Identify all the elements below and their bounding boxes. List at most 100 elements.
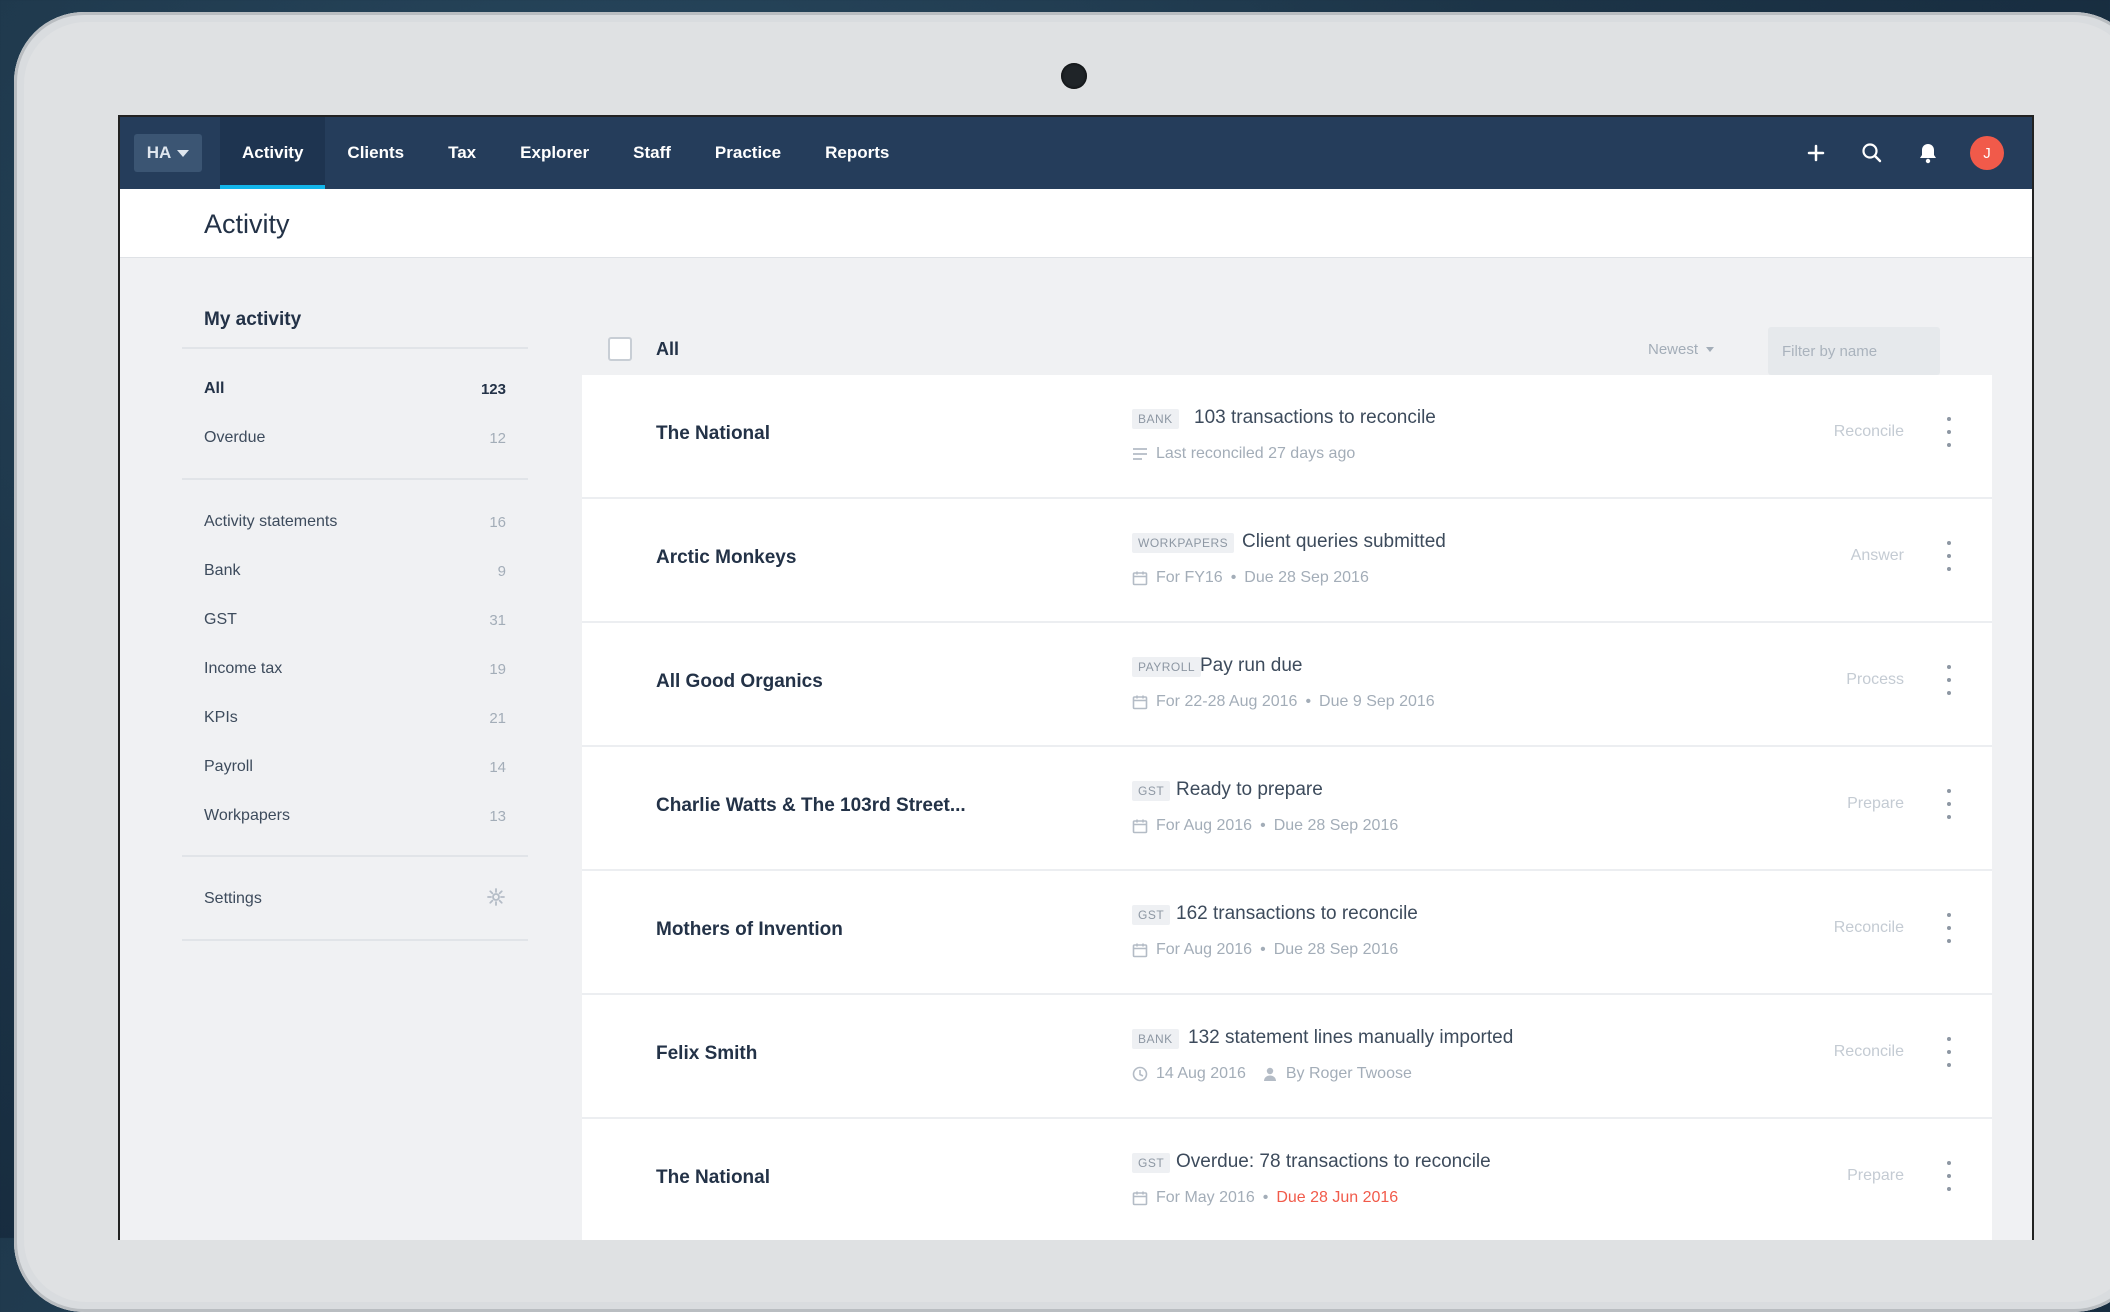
sidebar-item-kpis[interactable]: KPIs 21 [204,703,506,733]
filter-by-name-input[interactable] [1768,327,1940,375]
sidebar-item-workpapers[interactable]: Workpapers 13 [204,801,506,831]
client-name[interactable]: Felix Smith [656,1043,757,1065]
sidebar-item-count: 14 [489,758,506,776]
category-tag: GST [1132,905,1171,925]
nav-item-reports[interactable]: Reports [803,117,911,189]
sidebar-title: My activity [204,309,302,330]
activity-row[interactable]: The National BANK 103 transactions to re… [582,375,1992,499]
more-options-icon[interactable] [1944,1037,1954,1067]
sidebar-item-count: 21 [489,709,506,727]
reconcile-button[interactable]: Reconcile [1834,423,1904,441]
more-options-icon[interactable] [1944,1161,1954,1191]
sidebar-item-payroll[interactable]: Payroll 14 [204,752,506,782]
nav-item-staff[interactable]: Staff [611,117,693,189]
due-date: Due 28 Sep 2016 [1273,817,1399,834]
sidebar-item-settings[interactable]: Settings [204,884,506,914]
reconcile-button[interactable]: Reconcile [1834,1043,1904,1061]
meta-separator: • [1230,569,1237,586]
sidebar-divider [182,347,528,349]
nav-item-practice[interactable]: Practice [693,117,803,189]
calendar-icon [1132,570,1148,586]
process-button[interactable]: Process [1846,671,1904,689]
due-date: Due 28 Sep 2016 [1244,569,1369,586]
activity-title: 132 statement lines manually imported [1188,1027,1514,1048]
bell-icon[interactable] [1914,139,1942,167]
due-date: Due 28 Sep 2016 [1273,941,1399,958]
prepare-button[interactable]: Prepare [1847,795,1904,813]
activity-title: 162 transactions to reconcile [1176,903,1418,924]
activity-meta: 14 Aug 2016 By Roger Twoose [1132,1065,1412,1083]
gear-icon [486,887,506,912]
activity-row[interactable]: Charlie Watts & The 103rd Street... GST … [582,747,1992,871]
sidebar-item-bank[interactable]: Bank 9 [204,556,506,586]
sort-label: Newest [1648,341,1699,358]
client-name[interactable]: The National [656,423,770,445]
nav-menu: Activity Clients Tax Explorer Staff Prac… [220,117,911,189]
sidebar-item-count: 16 [489,513,506,531]
sidebar-item-income-tax[interactable]: Income tax 19 [204,654,506,684]
sort-dropdown[interactable]: Newest [1648,341,1715,358]
nav-item-activity[interactable]: Activity [220,117,326,189]
page-title: Activity [204,209,290,239]
activity-meta: For FY16 • Due 28 Sep 2016 [1132,569,1369,587]
top-navigation: HA Activity Clients Tax Explorer Staff P… [120,117,2032,189]
more-options-icon[interactable] [1944,913,1954,943]
activity-meta: For Aug 2016 • Due 28 Sep 2016 [1132,941,1398,959]
sidebar-item-all[interactable]: All 123 [204,374,506,404]
sidebar-item-label: GST [204,611,237,628]
category-tag: BANK [1132,409,1179,429]
activity-list: The National BANK 103 transactions to re… [582,375,1992,1240]
search-icon[interactable] [1858,139,1886,167]
sidebar-divider [182,855,528,857]
meta-separator: • [1262,1189,1269,1206]
sidebar-item-count: 123 [480,380,506,398]
client-name[interactable]: Arctic Monkeys [656,547,796,569]
activity-row[interactable]: All Good Organics PAYROLL Pay run due Fo… [582,623,1992,747]
meta-text: For FY16 [1156,569,1223,586]
answer-button[interactable]: Answer [1851,547,1904,565]
activity-title: Pay run due [1200,655,1303,676]
add-icon[interactable] [1802,139,1830,167]
clock-icon [1132,1066,1148,1082]
list-icon [1132,446,1148,462]
client-name[interactable]: Mothers of Invention [656,919,843,941]
activity-title: Ready to prepare [1176,779,1323,800]
activity-row[interactable]: Arctic Monkeys WORKPAPERS Client queries… [582,499,1992,623]
nav-item-clients[interactable]: Clients [325,117,426,189]
meta-text: For Aug 2016 [1156,941,1253,958]
client-name[interactable]: All Good Organics [656,671,823,693]
sidebar-item-gst[interactable]: GST 31 [204,605,506,635]
activity-meta: For 22-28 Aug 2016 • Due 9 Sep 2016 [1132,693,1435,711]
activity-meta: For Aug 2016 • Due 28 Sep 2016 [1132,817,1398,835]
nav-item-explorer[interactable]: Explorer [498,117,611,189]
reconcile-button[interactable]: Reconcile [1834,919,1904,937]
more-options-icon[interactable] [1944,417,1954,447]
activity-meta: Last reconciled 27 days ago [1132,445,1355,463]
sidebar-item-label: Income tax [204,660,283,677]
more-options-icon[interactable] [1944,789,1954,819]
select-all-checkbox[interactable] [608,337,632,361]
prepare-button[interactable]: Prepare [1847,1167,1904,1185]
client-name[interactable]: Charlie Watts & The 103rd Street... [656,795,966,817]
more-options-icon[interactable] [1944,665,1954,695]
page-header: Activity [120,189,2032,258]
meta-separator: • [1305,693,1312,710]
select-all-label: All [656,339,680,359]
category-tag: WORKPAPERS [1132,533,1235,553]
sidebar-item-label: KPIs [204,709,238,726]
meta-text: For Aug 2016 [1156,817,1253,834]
client-name[interactable]: The National [656,1167,770,1189]
activity-title: 103 transactions to reconcile [1194,407,1436,428]
more-options-icon[interactable] [1944,541,1954,571]
activity-row[interactable]: Felix Smith BANK 132 statement lines man… [582,995,1992,1119]
activity-row[interactable]: The National GST Overdue: 78 transaction… [582,1119,1992,1240]
nav-item-tax[interactable]: Tax [426,117,498,189]
meta-text: 14 Aug 2016 [1156,1065,1246,1082]
category-tag: GST [1132,1153,1171,1173]
activity-row[interactable]: Mothers of Invention GST 162 transaction… [582,871,1992,995]
org-switcher[interactable]: HA [134,134,202,172]
sidebar-item-count: 9 [497,562,506,580]
sidebar-item-activity-statements[interactable]: Activity statements 16 [204,507,506,537]
user-avatar[interactable]: J [1970,136,2004,170]
sidebar-item-overdue[interactable]: Overdue 12 [204,423,506,453]
